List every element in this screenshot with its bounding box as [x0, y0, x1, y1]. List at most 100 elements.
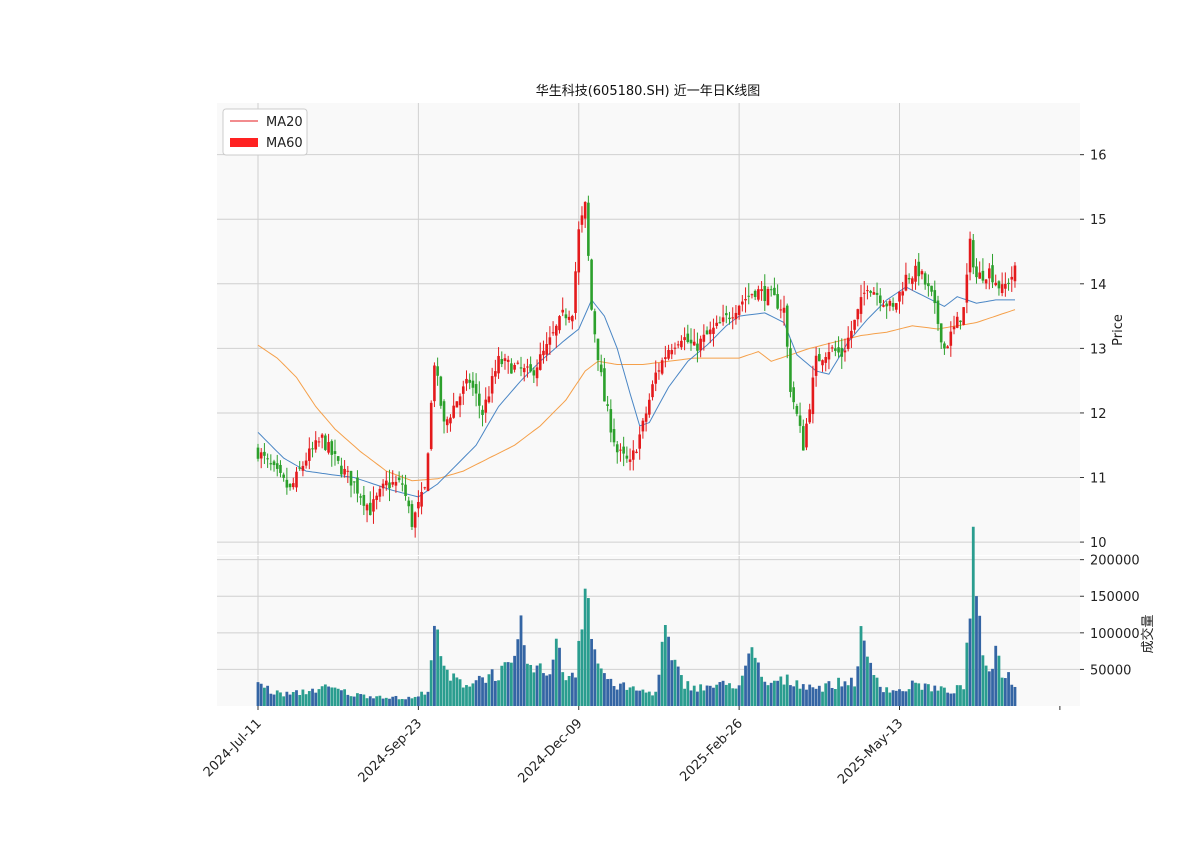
volume-bar	[465, 685, 468, 706]
volume-bar	[731, 688, 735, 706]
volume-bar	[404, 699, 407, 706]
candle-body	[744, 298, 747, 301]
candle-body	[388, 482, 391, 489]
candle-body	[308, 448, 311, 461]
candle-body	[776, 294, 779, 309]
volume-bar	[943, 687, 946, 706]
volume-bar	[641, 689, 645, 706]
volume-bar	[946, 692, 950, 706]
volume-bar	[352, 696, 356, 706]
candle-body	[959, 320, 962, 323]
volume-bar	[272, 694, 276, 706]
candle-body	[808, 409, 811, 423]
candle-body	[692, 341, 696, 346]
volume-bar	[304, 694, 308, 706]
volume-bar	[343, 689, 347, 706]
volume-bar	[760, 676, 763, 706]
volume-bar	[259, 683, 263, 706]
candle-body	[346, 470, 350, 472]
candle-body	[657, 370, 661, 372]
candle-body	[385, 480, 388, 486]
candle-body	[609, 409, 613, 433]
candle-body	[622, 446, 625, 454]
candle-body	[968, 238, 972, 273]
volume-bar	[535, 665, 539, 706]
volume-bar	[853, 686, 856, 706]
volume-bar	[773, 680, 776, 706]
candle-body	[439, 376, 443, 406]
candle-body	[372, 499, 375, 512]
volume-bar	[968, 618, 972, 706]
price-tick-label: 12	[1090, 407, 1107, 422]
candle-body	[433, 365, 436, 402]
candle-body	[997, 281, 1001, 289]
volume-bar	[359, 694, 363, 706]
candle-body	[801, 426, 805, 451]
volume-bar	[323, 684, 327, 706]
candle-body	[696, 343, 699, 351]
candle-body	[824, 357, 828, 363]
volume-bar	[484, 682, 488, 706]
volume-bar	[397, 699, 401, 706]
volume-bar	[647, 691, 651, 706]
candle-body	[625, 455, 629, 459]
volume-bar	[519, 615, 523, 706]
candle-body	[259, 452, 263, 459]
candle-body	[664, 357, 667, 359]
candle-body	[866, 290, 869, 292]
candle-body	[670, 350, 674, 355]
volume-bar	[327, 686, 330, 706]
candle-body	[359, 496, 362, 498]
volume-bar	[622, 682, 626, 706]
volume-bar	[728, 683, 731, 706]
volume-bar	[391, 696, 395, 706]
volume-bar	[971, 526, 975, 706]
volume-bar	[429, 660, 433, 706]
volume-bar	[805, 689, 808, 706]
candle-body	[814, 355, 818, 376]
candle-body	[686, 333, 690, 343]
volume-bar	[339, 690, 343, 706]
price-axis-label: Price	[1111, 314, 1126, 346]
volume-bar	[933, 685, 937, 706]
candle-body	[763, 285, 767, 302]
volume-bar	[904, 691, 908, 706]
candle-body	[952, 326, 956, 330]
volume-bar	[471, 683, 475, 706]
volume-bar	[375, 696, 379, 706]
candle-body	[939, 323, 943, 343]
volume-bar	[667, 636, 670, 706]
candle-body	[587, 202, 590, 256]
volume-bar	[301, 689, 305, 706]
candle-body	[401, 483, 404, 485]
volume-bar	[490, 669, 494, 706]
candle-body	[503, 358, 507, 361]
candle-body	[731, 317, 735, 319]
candle-body	[1010, 276, 1014, 280]
volume-bar	[564, 680, 568, 706]
candle-body	[397, 477, 401, 481]
date-tick-label: 2024-Jul-11	[201, 716, 265, 780]
candle-body	[256, 447, 260, 459]
candle-body	[590, 259, 593, 310]
volume-bar	[878, 686, 882, 706]
candle-body	[320, 434, 324, 438]
legend: MA20 MA60	[222, 108, 308, 156]
candle-body	[955, 316, 959, 328]
candle-body	[413, 512, 417, 528]
volume-bar	[436, 629, 440, 706]
volume-bar	[702, 690, 706, 706]
legend-ma20-label: MA20	[266, 115, 303, 130]
candle-body	[917, 261, 921, 277]
volume-bar	[978, 615, 982, 706]
volume-bar	[894, 690, 898, 706]
volume-bar	[635, 690, 638, 706]
candle-body	[474, 384, 478, 394]
candle-body	[1004, 283, 1007, 289]
volume-bar	[449, 680, 452, 706]
volume-bar	[282, 696, 286, 706]
price-tick-label: 13	[1090, 342, 1107, 357]
volume-bar	[320, 686, 324, 706]
candle-body	[840, 347, 844, 357]
volume-bar	[542, 673, 545, 706]
